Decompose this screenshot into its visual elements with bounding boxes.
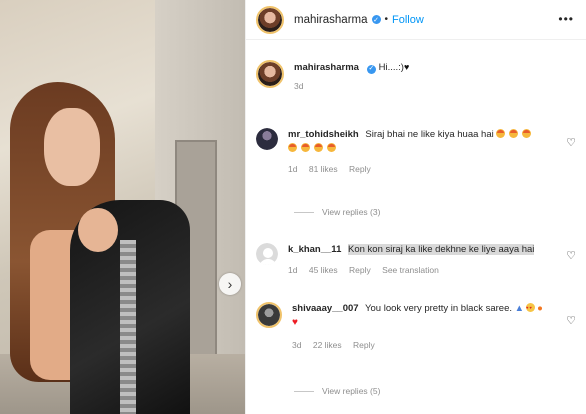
verified-badge-icon: ✓ <box>371 15 381 24</box>
face-emoji-icon <box>509 129 519 138</box>
comment-text: Kon kon siraj ka like dekhne ke liye aay… <box>348 244 535 255</box>
view-replies-label: View replies (5) <box>322 386 381 396</box>
face-emoji-icon <box>496 129 506 138</box>
comments-panel: mahirasharma ✓ • Follow ••• mahirasharma… <box>245 0 586 414</box>
comment-item: k_khan__11 Kon kon siraj ka like dekhne … <box>256 243 576 277</box>
reply-button[interactable]: Reply <box>349 265 371 275</box>
post-image: › <box>0 0 245 414</box>
caption-time: 3d <box>294 81 304 91</box>
like-heart-icon[interactable]: ♡ <box>566 249 576 262</box>
more-options-icon[interactable]: ••• <box>558 12 574 26</box>
replies-divider <box>294 390 314 392</box>
comment-likes[interactable]: 45 likes <box>309 265 338 275</box>
see-translation-button[interactable]: See translation <box>382 265 439 275</box>
caption-username[interactable]: mahirasharma <box>294 62 359 73</box>
black-heart-icon: ♥ <box>403 62 410 72</box>
chevron-right-icon: › <box>227 276 233 292</box>
replies-divider <box>294 211 314 213</box>
separator-dot: • <box>384 14 389 25</box>
comment-username[interactable]: k_khan__11 <box>288 244 341 255</box>
commenter-avatar[interactable] <box>256 128 278 150</box>
verified-badge-icon: ✓ <box>366 64 376 74</box>
comment-username[interactable]: shivaaay__007 <box>292 303 359 314</box>
comment-likes[interactable]: 81 likes <box>309 164 338 174</box>
photo-saree-border <box>120 240 136 414</box>
face-emoji-icon <box>314 143 323 152</box>
follow-button[interactable]: Follow <box>392 14 424 26</box>
next-image-button[interactable]: › <box>219 273 241 295</box>
view-replies-button[interactable]: View replies (3) <box>294 207 380 217</box>
caption: mahirasharma ✓ Hi....:)♥ 3d <box>256 60 576 93</box>
like-heart-icon[interactable]: ♡ <box>566 136 576 149</box>
reply-button[interactable]: Reply <box>349 164 371 174</box>
face-emoji-icon <box>288 143 297 152</box>
caption-avatar[interactable] <box>256 60 284 88</box>
red-heart-icon: ♥ <box>292 317 298 328</box>
face-emoji-icon <box>327 143 336 152</box>
droplet-emoji-icon: ▲ <box>514 303 525 314</box>
view-replies-label: View replies (3) <box>322 207 381 217</box>
commenter-avatar[interactable] <box>256 302 282 328</box>
face-emoji-icon <box>301 143 310 152</box>
comment-item: shivaaay__007 You look very pretty in bl… <box>256 301 576 352</box>
post-header: mahirasharma ✓ • Follow ••• <box>246 0 586 40</box>
comment-text: You look very pretty in black saree. <box>365 303 513 314</box>
comment-time: 3d <box>292 340 302 350</box>
face-emoji-icon <box>522 129 532 138</box>
photo-arm <box>78 208 118 252</box>
author-avatar[interactable] <box>256 5 284 34</box>
photo-face <box>44 108 100 186</box>
comment-text: Siraj bhai ne like kiya huaa hai <box>365 129 494 140</box>
comment-time: 1d <box>288 164 298 174</box>
fire-emoji-icon: ● <box>537 303 543 314</box>
comment-likes[interactable]: 22 likes <box>313 340 342 350</box>
caption-text: Hi....:) <box>378 62 404 73</box>
view-replies-button[interactable]: View replies (5) <box>294 386 380 396</box>
heart-eyes-emoji-icon <box>526 301 536 315</box>
like-heart-icon[interactable]: ♡ <box>566 314 576 327</box>
comment-username[interactable]: mr_tohidsheikh <box>288 129 359 140</box>
reply-button[interactable]: Reply <box>353 340 375 350</box>
comment-item: mr_tohidsheikh Siraj bhai ne like kiya h… <box>256 128 576 176</box>
comment-time: 1d <box>288 265 298 275</box>
commenter-avatar[interactable] <box>256 243 278 265</box>
author-username[interactable]: mahirasharma <box>294 14 368 26</box>
